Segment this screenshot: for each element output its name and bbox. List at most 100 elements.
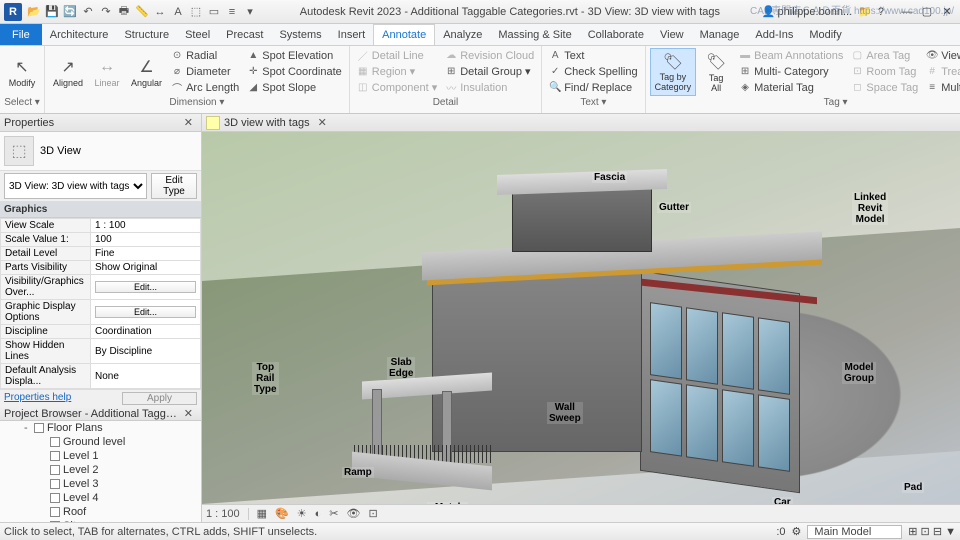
qat-sync-icon[interactable]: 🔄 <box>62 4 78 20</box>
menu-tab-addins[interactable]: Add-Ins <box>747 24 801 45</box>
tag-group-label[interactable]: Tag ▾ <box>650 97 960 111</box>
prop-value[interactable]: None <box>91 364 201 389</box>
tree-node[interactable]: Level 4 <box>0 491 201 505</box>
tree-expand-icon[interactable]: - <box>24 422 34 434</box>
multi-cat-button[interactable]: ⊞Multi- Category <box>736 64 846 79</box>
menu-tab-collaborate[interactable]: Collaborate <box>580 24 652 45</box>
tag-by-category-button[interactable]: 🏷Tag by Category <box>650 48 697 96</box>
prop-value[interactable]: 1 : 100 <box>91 219 201 233</box>
qat-undo-icon[interactable]: ↶ <box>80 4 96 20</box>
hide-icon[interactable]: 👁 <box>347 507 361 520</box>
saved-icon[interactable]: 📁 <box>858 5 872 18</box>
menu-tab-annotate[interactable]: Annotate <box>373 24 435 45</box>
rev-cloud-button[interactable]: ☁Revision Cloud <box>442 48 537 63</box>
prop-value[interactable]: Coordination <box>91 325 201 339</box>
menu-tab-modify[interactable]: Modify <box>801 24 849 45</box>
menu-tab-architecture[interactable]: Architecture <box>42 24 117 45</box>
tag-all-button[interactable]: 🏷Tag All <box>698 48 734 96</box>
tree-node[interactable]: Level 1 <box>0 449 201 463</box>
workset-display[interactable]: Main Model <box>807 525 902 539</box>
menu-tab-view[interactable]: View <box>652 24 692 45</box>
view-tab-title[interactable]: 3D view with tags <box>224 117 310 129</box>
arc-length-button[interactable]: ⌒Arc Length <box>168 80 242 95</box>
insulation-button[interactable]: 〰Insulation <box>442 80 537 95</box>
qat-close-icon[interactable]: ▾ <box>242 4 258 20</box>
tree-node[interactable]: -Floor Plans <box>0 421 201 435</box>
qat-measure-icon[interactable]: 📏 <box>134 4 150 20</box>
text-group-label[interactable]: Text ▾ <box>546 97 640 111</box>
menu-tab-steel[interactable]: Steel <box>177 24 218 45</box>
multi-rebar-button[interactable]: ≡Multi- Rebar ▾ <box>923 80 960 95</box>
view-ref-button[interactable]: 👁View Reference <box>923 48 960 63</box>
prop-value[interactable]: Edit... <box>91 275 201 300</box>
menu-tab-systems[interactable]: Systems <box>271 24 329 45</box>
crop-icon[interactable]: ✂ <box>329 507 338 520</box>
user-account[interactable]: 👤philippe.bonn... <box>762 5 852 18</box>
status-icons[interactable]: ⊞ ⊡ ⊟ ▼ <box>908 525 956 538</box>
qat-redo-icon[interactable]: ↷ <box>98 4 114 20</box>
prop-value[interactable]: 100 <box>91 233 201 247</box>
radial-dim-button[interactable]: ⊙Radial <box>168 48 242 63</box>
qat-save-icon[interactable]: 💾 <box>44 4 60 20</box>
qat-section-icon[interactable]: ▭ <box>206 4 222 20</box>
sun-path-icon[interactable]: ☀ <box>297 507 307 520</box>
menu-tab-insert[interactable]: Insert <box>330 24 374 45</box>
select-dropdown[interactable]: Select ▾ <box>4 97 40 111</box>
tread-num-button[interactable]: #Tread Number <box>923 64 960 79</box>
component-button[interactable]: ◫Component ▾ <box>354 80 440 95</box>
check-spelling-button[interactable]: ✓Check Spelling <box>546 64 640 79</box>
qat-open-icon[interactable]: 📂 <box>26 4 42 20</box>
filter-icon[interactable]: ⚙ <box>792 525 802 538</box>
detail-level-icon[interactable]: ▦ <box>257 507 267 520</box>
prop-value[interactable]: Fine <box>91 247 201 261</box>
apply-button[interactable]: Apply <box>122 392 197 405</box>
angular-dim-button[interactable]: ∠Angular <box>127 48 166 96</box>
tree-node[interactable]: Roof <box>0 505 201 519</box>
linear-dim-button[interactable]: ↔Linear <box>89 48 125 96</box>
text-button[interactable]: AText <box>546 48 640 63</box>
spot-coord-button[interactable]: ✛Spot Coordinate <box>244 64 345 79</box>
qat-text-icon[interactable]: A <box>170 4 186 20</box>
qat-thin-icon[interactable]: ≡ <box>224 4 240 20</box>
material-tag-button[interactable]: ◈Material Tag <box>736 80 846 95</box>
diameter-dim-button[interactable]: ⌀Diameter <box>168 64 242 79</box>
tag-metal-col[interactable]: Metal Clad Column <box>427 502 468 504</box>
dimension-group-label[interactable]: Dimension ▾ <box>49 97 345 111</box>
minimize-button[interactable]: — <box>898 4 916 20</box>
visual-style-icon[interactable]: 🎨 <box>275 507 289 520</box>
beam-anno-button[interactable]: ▬Beam Annotations <box>736 48 846 63</box>
menu-tab-precast[interactable]: Precast <box>218 24 271 45</box>
tree-node[interactable]: Level 3 <box>0 477 201 491</box>
file-menu[interactable]: File <box>0 24 42 45</box>
3d-viewport[interactable]: Fascia Gutter Linked Revit Model Model G… <box>202 132 960 504</box>
graphics-section[interactable]: Graphics <box>0 202 201 218</box>
qat-print-icon[interactable]: 🖶 <box>116 4 132 20</box>
shadows-icon[interactable]: ◐ <box>315 508 322 520</box>
tree-node[interactable]: Ground level <box>0 435 201 449</box>
prop-edit-button[interactable]: Edit... <box>95 306 196 318</box>
area-tag-button[interactable]: ▢Area Tag <box>848 48 921 63</box>
spot-elev-button[interactable]: ▲Spot Elevation <box>244 48 345 63</box>
maximize-button[interactable]: ▢ <box>918 4 936 20</box>
detail-line-button[interactable]: ／Detail Line <box>354 48 440 63</box>
help-icon[interactable]: ? <box>878 6 884 18</box>
spot-slope-button[interactable]: ◢Spot Slope <box>244 80 345 95</box>
qat-dim-icon[interactable]: ↔ <box>152 4 168 20</box>
close-button[interactable]: ✕ <box>938 4 956 20</box>
prop-value[interactable]: Show Original <box>91 261 201 275</box>
properties-help-link[interactable]: Properties help <box>4 392 71 405</box>
scale-display[interactable]: 1 : 100 <box>206 508 240 520</box>
view-tab-close-icon[interactable]: ✕ <box>314 116 331 129</box>
menu-tab-analyze[interactable]: Analyze <box>435 24 490 45</box>
tree-node[interactable]: Level 2 <box>0 463 201 477</box>
space-tag-button[interactable]: ◻Space Tag <box>848 80 921 95</box>
revit-logo-icon[interactable]: R <box>4 3 22 21</box>
menu-tab-structure[interactable]: Structure <box>116 24 177 45</box>
browser-close-icon[interactable]: ✕ <box>180 407 197 420</box>
find-replace-button[interactable]: 🔍Find/ Replace <box>546 80 640 95</box>
edit-type-button[interactable]: Edit Type <box>151 173 197 199</box>
3d-view-type-icon[interactable]: ⬚ <box>4 136 34 166</box>
prop-edit-button[interactable]: Edit... <box>95 281 196 293</box>
menu-tab-massingsite[interactable]: Massing & Site <box>490 24 579 45</box>
properties-close-icon[interactable]: ✕ <box>180 116 197 129</box>
